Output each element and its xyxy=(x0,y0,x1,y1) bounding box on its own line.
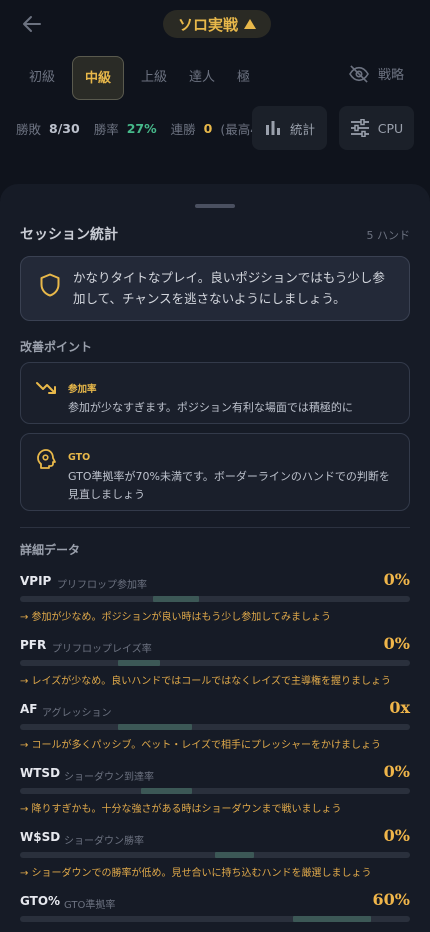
metric-row-wtsd: WTSD ショーダウン到達率 0% → 降りすぎかも。十分な強さがある時はショーダウン… xyxy=(20,762,410,822)
brain-gear-icon xyxy=(37,449,56,469)
session-stats-sheet: セッション統計 5 ハンド かなりタイトなプレイ。良いポジションではもう少し参加… xyxy=(0,184,430,932)
metric-name: W$SD xyxy=(20,830,61,844)
shield-icon xyxy=(40,273,60,297)
section-divider xyxy=(20,527,410,528)
metric-target-zone xyxy=(117,660,161,666)
metric-track xyxy=(20,916,410,922)
detail-header: 詳細データ xyxy=(20,543,81,557)
strategy-toggle[interactable]: 戦略 xyxy=(348,64,404,83)
tab-level-intermediate[interactable]: 中級 xyxy=(72,56,125,100)
metric-hint: → コールが多くパッシブ。ベット・レイズで相手にプレッシャーをかけましょう xyxy=(20,740,381,751)
hand-count: 5 ハンド xyxy=(366,229,411,242)
improvement-header: 改善ポイント xyxy=(20,340,93,354)
summary-text: かなりタイトなプレイ。良いポジションではもう少し参加して、チャンスを逃さないよう… xyxy=(73,270,385,306)
improvement-card-gto: GTO GTO準拠率が70%未満です。ボーダーラインのハンドでの判断を見直しまし… xyxy=(20,433,410,511)
metric-subtitle: アグレッション xyxy=(42,708,112,719)
bar-chart-icon xyxy=(265,121,280,135)
metric-subtitle: ショーダウン到達率 xyxy=(64,772,154,783)
tab-level-expert[interactable]: 達人 xyxy=(178,56,226,100)
metric-target-zone xyxy=(293,916,371,922)
cpu-button-label: CPU xyxy=(377,120,404,136)
record-value: 8/30 xyxy=(49,120,80,136)
rate-value: 27% xyxy=(126,120,157,136)
improvement-desc: GTO準拠率が70%未満です。ボーダーラインのハンドでの判断を見直しましょう xyxy=(68,470,390,501)
tab-level-extreme[interactable]: 極 xyxy=(226,56,261,100)
metric-value: 60% xyxy=(372,890,410,909)
triangle-up-icon xyxy=(244,19,256,29)
strategy-label: 戦略 xyxy=(377,68,404,83)
metric-target-zone xyxy=(140,788,192,794)
session-record: 勝敗 8/30 勝率 27% 連勝 0 (最高4) xyxy=(16,108,263,148)
improvement-card-participation: 参加率 参加が少なすぎます。ポジション有利な場面では積極的に xyxy=(20,362,410,424)
cpu-settings-button[interactable]: CPU xyxy=(339,106,414,150)
metric-track xyxy=(20,660,410,666)
streak-label: 連勝 xyxy=(170,121,196,137)
level-tabs: 初級 中級 上級 達人 極 xyxy=(18,56,261,100)
trending-down-icon xyxy=(36,382,56,394)
metric-value: 0% xyxy=(383,570,410,589)
metric-subtitle: プリフロップレイズ率 xyxy=(52,644,152,655)
metric-name: AF xyxy=(20,702,38,716)
sheet-title: セッション統計 xyxy=(20,227,118,243)
metric-target-zone xyxy=(152,596,200,602)
metric-hint: → ショーダウンでの勝率が低め。見せ合いに持ち込むハンドを厳選しましょう xyxy=(20,868,372,879)
stats-button[interactable]: 統計 xyxy=(252,106,327,150)
back-arrow-icon[interactable] xyxy=(20,12,44,36)
metric-hint: → 参加が少なめ。ポジションが良い時はもう少し参加してみましょう xyxy=(20,612,331,623)
record-label: 勝敗 xyxy=(16,121,42,137)
metric-value: 0% xyxy=(383,634,410,653)
rate-label: 勝率 xyxy=(93,121,119,137)
metric-row-wsd: W$SD ショーダウン勝率 0% → ショーダウンでの勝率が低め。見せ合いに持ち込むハ… xyxy=(20,826,410,886)
eye-off-icon xyxy=(349,64,369,83)
metric-track xyxy=(20,788,410,794)
improvement-label: GTO xyxy=(68,452,91,463)
metric-subtitle: ショーダウン勝率 xyxy=(64,836,144,847)
metric-subtitle: GTO準拠率 xyxy=(64,900,116,911)
metric-track xyxy=(20,596,410,602)
streak-value: 0 xyxy=(203,120,213,136)
metric-row-gto: GTO% GTO準拠率 60% xyxy=(20,890,410,932)
mode-selector[interactable]: ソロ実戦 xyxy=(163,10,271,38)
metric-name: GTO% xyxy=(20,894,61,908)
metric-value: 0% xyxy=(383,762,410,781)
mode-title: ソロ実戦 xyxy=(177,15,238,34)
stats-button-label: 統計 xyxy=(289,121,315,137)
metric-track xyxy=(20,852,410,858)
metric-target-zone xyxy=(117,724,192,730)
metric-target-zone xyxy=(215,852,254,858)
metric-name: WTSD xyxy=(20,766,61,780)
metric-row-pfr: PFR プリフロップレイズ率 0% → レイズが少なめ。良いハンドではコールではなくレ… xyxy=(20,634,410,694)
metric-hint: → レイズが少なめ。良いハンドではコールではなくレイズで主導権を握りましょう xyxy=(20,676,391,687)
metric-track xyxy=(20,724,410,730)
tab-level-beginner[interactable]: 初級 xyxy=(18,56,66,100)
metric-subtitle: プリフロップ参加率 xyxy=(57,580,147,591)
sliders-icon xyxy=(350,119,369,137)
metric-name: VPIP xyxy=(20,574,52,588)
improvement-label: 参加率 xyxy=(68,384,97,395)
sheet-drag-handle[interactable] xyxy=(195,204,235,208)
game-header-area: ソロ実戦 初級 中級 上級 達人 極 戦略 勝敗 8/30 勝率 27% 連勝 … xyxy=(0,0,430,200)
metric-row-vpip: VPIP プリフロップ参加率 0% → 参加が少なめ。ポジションが良い時はもう少し参加… xyxy=(20,570,410,630)
improvement-desc: 参加が少なすぎます。ポジション有利な場面では積極的に xyxy=(68,401,353,414)
metric-value: 0x xyxy=(389,698,410,717)
metric-hint: → 降りすぎかも。十分な強さがある時はショーダウンまで戦いましょう xyxy=(20,804,342,815)
tab-level-advanced[interactable]: 上級 xyxy=(130,56,178,100)
metric-row-af: AF アグレッション 0x → コールが多くパッシブ。ベット・レイズで相手にプレッシャ… xyxy=(20,698,410,758)
summary-card: かなりタイトなプレイ。良いポジションではもう少し参加して、チャンスを逃さないよう… xyxy=(20,256,410,321)
metric-value: 0% xyxy=(383,826,410,845)
metric-name: PFR xyxy=(20,638,47,652)
